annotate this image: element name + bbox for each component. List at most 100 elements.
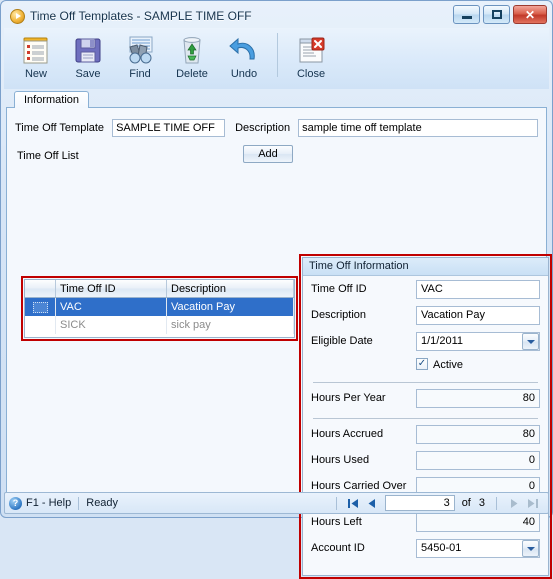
add-button[interactable]: Add: [243, 145, 293, 163]
field-label-hours-carried-over: Hours Carried Over: [311, 480, 407, 492]
undo-arrow-icon: [228, 33, 260, 67]
column-header-time-off-id[interactable]: Time Off ID: [55, 280, 167, 298]
nav-separator-left: [335, 496, 337, 510]
toolbar-separator: [277, 33, 278, 77]
client-area: Information Time Off Template SAMPLE TIM…: [6, 91, 552, 579]
field-description: Description Vacation Pay: [311, 306, 540, 328]
table-row[interactable]: VAC Vacation Pay: [25, 297, 294, 316]
table-row[interactable]: SICK sick pay: [25, 316, 294, 334]
minimize-icon: [461, 16, 472, 19]
field-eligible-date: Eligible Date 1/1/2011: [311, 332, 540, 354]
tab-page-information: Time Off Template SAMPLE TIME OFF Descri…: [6, 107, 552, 579]
toolbar-button-save[interactable]: Save: [62, 31, 114, 80]
field-label-account-id: Account ID: [311, 542, 365, 554]
cell-description: Vacation Pay: [166, 297, 294, 316]
nav-separator-right: [496, 496, 497, 510]
input-hours-left[interactable]: 40: [416, 513, 540, 532]
separator: [313, 382, 538, 383]
help-circle-icon[interactable]: ?: [9, 496, 22, 510]
maximize-button[interactable]: [483, 5, 510, 24]
tab-information[interactable]: Information: [14, 91, 90, 108]
input-hours-used[interactable]: 0: [416, 451, 540, 470]
input-hours-per-year[interactable]: 80: [416, 389, 540, 408]
field-label-description: Description: [311, 309, 367, 321]
toolbar-label-delete: Delete: [176, 68, 208, 80]
window-controls: ✕: [453, 5, 547, 24]
input-hours-accrued[interactable]: 80: [416, 425, 540, 444]
window-title: Time Off Templates - SAMPLE TIME OFF: [30, 9, 252, 23]
input-time-off-id[interactable]: VAC: [416, 280, 540, 299]
cell-description: sick pay: [166, 316, 294, 334]
field-account-id: Account ID 5450-01: [311, 539, 540, 561]
cell-time-off-id: SICK: [55, 316, 167, 334]
field-label-eligible-date: Eligible Date: [311, 335, 373, 347]
description-label: Description: [235, 122, 291, 134]
new-document-icon: [21, 33, 51, 67]
toolbar: New Save Find Delete Undo Close: [4, 28, 549, 89]
separator: [313, 418, 538, 419]
time-off-list-grid[interactable]: Time Off ID Description VAC Vacation Pay: [24, 279, 295, 338]
time-off-information-panel: Time Off Information Time Off ID VAC Des…: [302, 257, 549, 576]
template-header-row: Time Off Template SAMPLE TIME OFF Descri…: [15, 118, 538, 138]
toolbar-label-close: Close: [296, 68, 326, 80]
toolbar-label-save: Save: [75, 68, 101, 80]
field-time-off-id: Time Off ID VAC: [311, 280, 540, 302]
toolbar-button-delete[interactable]: Delete: [166, 31, 218, 80]
checkbox-label-active: Active: [433, 359, 463, 371]
close-button[interactable]: ✕: [513, 5, 547, 24]
table-header-row: Time Off ID Description: [25, 280, 294, 298]
row-focus-indicator: [32, 301, 48, 313]
field-label-hours-per-year: Hours Per Year: [311, 392, 386, 404]
play-circle-icon: [10, 8, 25, 24]
tab-strip: Information: [6, 91, 547, 108]
binoculars-icon: [124, 33, 156, 67]
toolbar-button-find[interactable]: Find: [114, 31, 166, 80]
minimize-button[interactable]: [453, 5, 480, 24]
description-input[interactable]: sample time off template: [298, 119, 538, 137]
toolbar-button-new[interactable]: New: [10, 31, 62, 80]
close-document-icon: [296, 33, 326, 67]
row-selector-cell[interactable]: [25, 297, 56, 316]
input-description[interactable]: Vacation Pay: [416, 306, 540, 325]
field-label-hours-used: Hours Used: [311, 454, 370, 466]
title-bar: Time Off Templates - SAMPLE TIME OFF ✕: [4, 4, 549, 28]
nav-last-icon[interactable]: [523, 494, 542, 512]
toolbar-label-new: New: [24, 68, 47, 80]
field-active: ✓ Active: [311, 357, 540, 375]
time-off-template-input[interactable]: SAMPLE TIME OFF: [112, 119, 226, 137]
chevron-down-icon[interactable]: [522, 540, 539, 557]
toolbar-button-undo[interactable]: Undo: [218, 31, 270, 80]
field-hours-accrued: Hours Accrued 80: [311, 425, 540, 447]
panel-header: Time Off Information: [303, 258, 548, 276]
recycle-bin-icon: [177, 33, 207, 67]
field-hours-left: Hours Left 40: [311, 513, 540, 535]
nav-first-icon[interactable]: [344, 494, 363, 512]
application-window: Time Off Templates - SAMPLE TIME OFF ✕ N…: [0, 0, 553, 579]
field-hours-used: Hours Used 0: [311, 451, 540, 473]
current-record-input[interactable]: 3: [384, 495, 455, 511]
floppy-disk-icon: [73, 33, 103, 67]
field-label-hours-accrued: Hours Accrued: [311, 428, 384, 440]
close-icon: ✕: [524, 7, 536, 22]
checkbox-active[interactable]: ✓: [416, 358, 428, 370]
toolbar-label-undo: Undo: [230, 68, 258, 80]
chevron-down-icon[interactable]: [522, 333, 539, 350]
record-navigator: 3 of 3: [329, 493, 542, 513]
toolbar-button-close[interactable]: Close: [285, 31, 337, 80]
column-header-description[interactable]: Description: [166, 280, 294, 298]
status-separator: [78, 496, 80, 510]
row-selector-cell[interactable]: [25, 316, 56, 334]
field-hours-per-year: Hours Per Year 80: [311, 389, 540, 411]
status-text: Ready: [86, 497, 119, 509]
column-header-selector[interactable]: [25, 280, 56, 298]
toolbar-label-find: Find: [129, 68, 151, 80]
nav-next-icon[interactable]: [504, 494, 523, 512]
maximize-icon: [491, 10, 502, 19]
nav-prev-icon[interactable]: [363, 494, 382, 512]
time-off-list-label: Time Off List: [17, 150, 79, 162]
help-text[interactable]: F1 - Help: [26, 497, 71, 509]
total-records-label: 3: [478, 497, 485, 509]
time-off-table: Time Off ID Description VAC Vacation Pay: [25, 280, 294, 334]
cell-time-off-id: VAC: [55, 297, 167, 316]
time-off-template-label: Time Off Template: [15, 122, 105, 134]
